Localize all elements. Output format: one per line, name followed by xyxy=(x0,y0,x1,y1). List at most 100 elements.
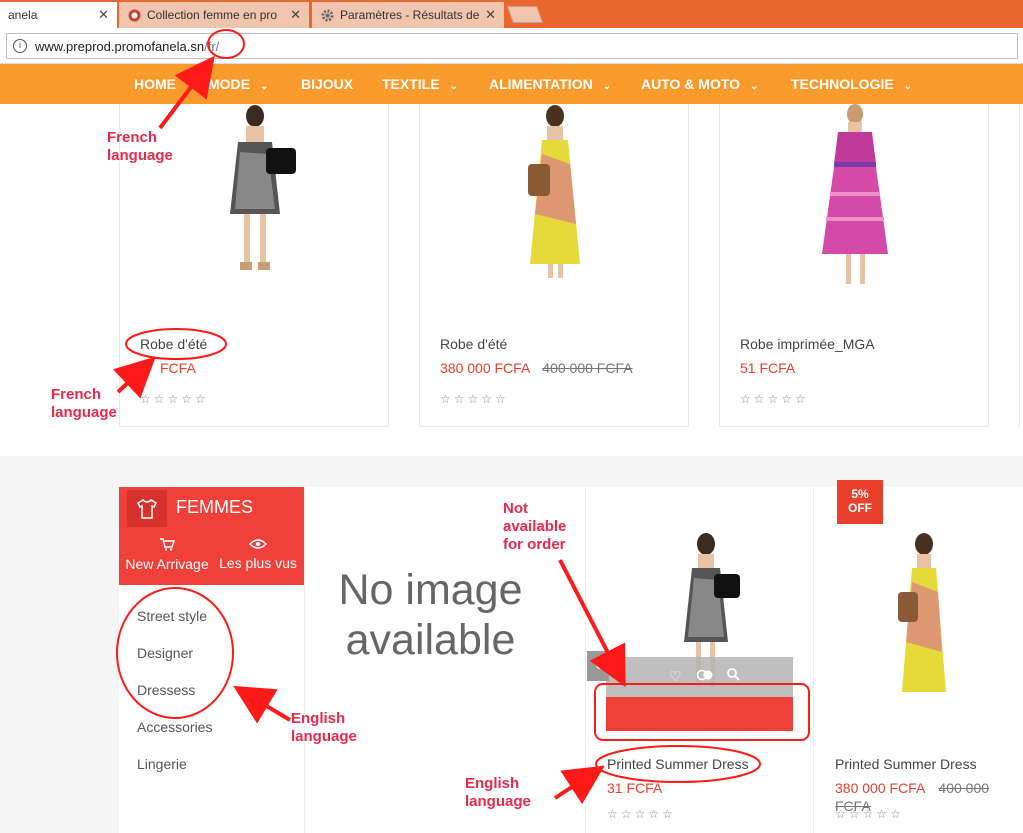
tab-active[interactable]: anela ✕ xyxy=(0,2,117,28)
close-tab-icon[interactable]: ✕ xyxy=(290,7,301,23)
compare-icon[interactable] xyxy=(696,668,713,684)
product-image[interactable] xyxy=(480,104,630,290)
annotation-not-available: Not available for order xyxy=(503,500,566,554)
category-street-style[interactable]: Street style xyxy=(137,608,207,624)
product-name[interactable]: Robe imprimée_MGA xyxy=(740,336,875,352)
product-card[interactable]: Robe d'été 380 000 FCFA 400 000 FCFA ☆☆☆☆… xyxy=(419,104,689,427)
discount-off: OFF xyxy=(848,501,872,515)
femmes-header: FEMMES New Arrivage Les plus vus xyxy=(119,487,304,585)
nav-label: AUTO & MOTO xyxy=(641,76,741,92)
nav-mode[interactable]: MODE ⌄ xyxy=(208,64,268,104)
product-price: 51 FCFA xyxy=(740,360,796,376)
chevron-left-icon[interactable]: ‹ xyxy=(587,651,609,681)
annotation-french-name: French language xyxy=(51,386,117,422)
tab-parametres[interactable]: Paramètres - Résultats de ✕ xyxy=(312,2,504,28)
chevron-down-icon: ⌄ xyxy=(903,81,913,92)
url-field[interactable]: i www.preprod.promofanela.sn/fr/ xyxy=(6,33,1018,59)
tab-title: Paramètres - Résultats de xyxy=(340,8,480,22)
info-icon[interactable]: i xyxy=(13,39,27,53)
femmes-title: FEMMES xyxy=(176,497,254,517)
chevron-down-icon: ⌄ xyxy=(602,81,612,92)
rating-stars: ☆☆☆☆☆ xyxy=(440,392,509,406)
chevron-down-icon: ⌄ xyxy=(750,81,759,92)
category-designer[interactable]: Designer xyxy=(137,645,193,661)
product-price: FCFA xyxy=(160,360,196,376)
tab-collection[interactable]: Collection femme en pro ✕ xyxy=(119,2,309,28)
no-image-line2: available xyxy=(345,616,516,664)
annotation-line: English xyxy=(291,710,346,727)
add-to-cart-button[interactable] xyxy=(606,697,793,731)
most-viewed-label: Les plus vus xyxy=(219,555,297,571)
annotation-line: language xyxy=(291,728,357,745)
product-card[interactable]: Printed Summer Dress 380 000 FCFA 400 00… xyxy=(813,487,1023,833)
heart-icon[interactable]: ♡ xyxy=(669,668,682,685)
tshirt-icon xyxy=(127,490,167,527)
annotation-line: English xyxy=(465,775,520,792)
nav-auto-moto[interactable]: AUTO & MOTO ⌄ xyxy=(641,64,758,104)
url-host: www.preprod.promofanela.sn xyxy=(35,38,205,54)
tab-title: anela xyxy=(8,8,38,22)
product-card[interactable]: Robe imprimée_MGA 51 FCFA ☆☆☆☆☆ xyxy=(719,104,989,427)
annotation-line: language xyxy=(465,793,531,810)
category-accessories[interactable]: Accessories xyxy=(137,719,212,735)
no-image-text: No image available xyxy=(305,565,556,665)
annotation-line: French xyxy=(107,129,158,146)
close-tab-icon[interactable]: ✕ xyxy=(98,7,109,23)
nav-technologie[interactable]: TECHNOLOGIE ⌄ xyxy=(791,64,912,104)
main-nav: HOME MODE ⌄ BIJOUX TEXTILE ⌄ ALIMENTATION ⌄… xyxy=(0,64,1023,104)
nav-label: TEXTILE xyxy=(382,76,440,92)
new-arrival-label: New Arrivage xyxy=(125,556,209,572)
product-image[interactable] xyxy=(180,104,330,290)
card-edge xyxy=(1019,104,1023,427)
category-lingerie[interactable]: Lingerie xyxy=(137,756,187,772)
url-path: /fr/ xyxy=(204,38,220,54)
product-image[interactable] xyxy=(780,104,930,290)
annotation-line: French xyxy=(51,386,102,403)
close-tab-icon[interactable]: ✕ xyxy=(485,7,496,23)
annotation-english-categories: English language xyxy=(291,710,357,746)
old-price: 400 000 FCFA xyxy=(542,360,633,376)
annotation-line: language xyxy=(107,147,173,164)
product-price: 31 FCFA xyxy=(607,780,663,796)
nav-label: MODE xyxy=(208,76,250,92)
product-name[interactable]: Printed Summer Dress xyxy=(835,756,977,772)
most-viewed-link[interactable]: Les plus vus xyxy=(213,537,303,571)
search-icon[interactable] xyxy=(727,668,740,684)
new-arrival-link[interactable]: New Arrivage xyxy=(121,537,213,572)
nav-alimentation[interactable]: ALIMENTATION ⌄ xyxy=(489,64,611,104)
nav-bijoux[interactable]: BIJOUX xyxy=(301,64,353,104)
product-name[interactable]: Printed Summer Dress xyxy=(607,756,749,772)
site-favicon-icon xyxy=(127,8,141,22)
tab-strip: anela ✕ Collection femme en pro ✕ Paramè… xyxy=(0,0,1023,28)
nav-label: HOME xyxy=(134,76,176,92)
discount-value: 5% xyxy=(851,487,869,501)
nav-home[interactable]: HOME xyxy=(134,64,176,104)
product-name[interactable]: Robe d'été xyxy=(440,336,507,352)
eye-icon xyxy=(213,537,303,553)
old-price: 400 000 xyxy=(938,780,990,796)
nav-textile[interactable]: TEXTILE ⌄ xyxy=(382,64,458,104)
new-tab-button[interactable] xyxy=(506,6,544,23)
product-price: 380 000 FCFA 400 000 FCFA xyxy=(440,360,633,376)
annotation-french-url: French language xyxy=(107,129,173,165)
annotation-line: available xyxy=(503,518,567,535)
rating-stars: ☆☆☆☆☆ xyxy=(835,807,904,821)
nav-label: TECHNOLOGIE xyxy=(791,76,894,92)
product-image[interactable] xyxy=(874,532,974,702)
annotation-line: for order xyxy=(503,536,566,553)
annotation-line: language xyxy=(51,404,117,421)
tab-title: Collection femme en pro xyxy=(147,8,278,22)
gear-icon xyxy=(320,8,334,22)
product-name[interactable]: Robe d'été xyxy=(140,336,207,352)
address-bar: i www.preprod.promofanela.sn/fr/ xyxy=(0,28,1023,64)
discount-badge: 5% OFF xyxy=(837,480,883,524)
chevron-down-icon: ⌄ xyxy=(260,81,269,92)
category-dressess[interactable]: Dressess xyxy=(137,682,195,698)
nav-label: ALIMENTATION xyxy=(489,76,593,92)
current-price: 380 000 FCFA xyxy=(835,780,925,796)
rating-stars: ☆☆☆☆☆ xyxy=(140,392,209,406)
current-price: 380 000 FCFA xyxy=(440,360,531,376)
cart-icon xyxy=(121,537,213,554)
rating-stars: ☆☆☆☆☆ xyxy=(607,807,676,821)
no-image-line1: No image xyxy=(338,566,523,614)
